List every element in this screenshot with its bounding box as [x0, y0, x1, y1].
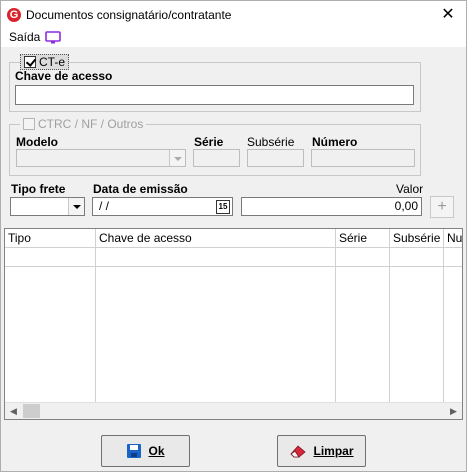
modelo-label: Modelo: [16, 135, 58, 149]
grid-column-line: [5, 248, 96, 402]
scroll-thumb[interactable]: [23, 404, 40, 418]
monitor-icon[interactable]: [45, 31, 61, 44]
data-emissao-input[interactable]: / / 15: [92, 197, 233, 216]
valor-label: Valor: [396, 182, 424, 196]
chave-acesso-label: Chave de acesso: [15, 69, 113, 83]
valor-value: 0,00: [394, 199, 418, 213]
subserie-input[interactable]: [247, 149, 304, 167]
dialog-window: G Documentos consignatário/contratante ✕…: [0, 0, 467, 472]
grid-column-line: [336, 248, 390, 402]
serie-input[interactable]: [193, 149, 240, 167]
ctrc-checkbox[interactable]: [23, 118, 35, 130]
serie-label: Série: [194, 135, 224, 149]
grid-column-line: [390, 248, 444, 402]
modelo-dropdown-arrow-icon: [169, 150, 185, 166]
app-logo-icon: G: [7, 8, 21, 22]
column-header-numero[interactable]: Nu: [444, 229, 464, 248]
tipo-frete-dropdown-arrow-icon[interactable]: [68, 198, 84, 215]
modelo-combo[interactable]: [16, 149, 186, 167]
data-emissao-value: / /: [99, 199, 110, 213]
menu-item-saida[interactable]: Saída: [9, 30, 40, 44]
add-document-button[interactable]: +: [430, 196, 454, 218]
close-button[interactable]: ✕: [430, 1, 466, 29]
ok-button[interactable]: Ok: [101, 435, 190, 467]
grid-header: Tipo Chave de acesso Série Subsérie Nu: [5, 229, 462, 248]
menu-bar: Saída: [1, 29, 466, 47]
limpar-button-label: Limpar: [313, 444, 354, 458]
window-title: Documentos consignatário/contratante: [26, 8, 232, 22]
numero-label: Número: [312, 135, 358, 149]
table-row[interactable]: [5, 248, 462, 267]
data-emissao-label: Data de emissão: [93, 182, 188, 196]
cte-label: CT-e: [39, 55, 66, 69]
ctrc-label: CTRC / NF / Outros: [38, 117, 144, 131]
horizontal-scrollbar[interactable]: ◀ ▶: [5, 402, 462, 419]
limpar-button[interactable]: Limpar: [277, 435, 366, 467]
chave-acesso-input[interactable]: [15, 85, 414, 105]
column-header-tipo[interactable]: Tipo: [5, 229, 96, 248]
grid-column-line: [96, 248, 336, 402]
column-header-serie[interactable]: Série: [336, 229, 390, 248]
eraser-icon: [290, 445, 307, 458]
cte-checkbox-label[interactable]: CT-e: [20, 54, 70, 70]
numero-input[interactable]: [311, 149, 415, 167]
title-bar: G Documentos consignatário/contratante ✕: [1, 1, 466, 29]
ok-button-label: Ok: [148, 444, 165, 458]
calendar-icon[interactable]: 15: [216, 200, 230, 214]
documents-grid[interactable]: Tipo Chave de acesso Série Subsérie Nu ◀…: [4, 228, 463, 420]
subserie-label: Subsérie: [247, 135, 295, 149]
tipo-frete-label: Tipo frete: [11, 182, 66, 196]
column-header-chave-acesso[interactable]: Chave de acesso: [96, 229, 336, 248]
scroll-right-icon[interactable]: ▶: [445, 403, 462, 420]
save-disk-icon: [127, 444, 142, 458]
scroll-left-icon[interactable]: ◀: [5, 403, 22, 420]
column-header-subserie[interactable]: Subsérie: [390, 229, 444, 248]
tipo-frete-combo[interactable]: [10, 197, 85, 216]
valor-input[interactable]: 0,00: [241, 197, 422, 216]
ctrc-checkbox-label[interactable]: CTRC / NF / Outros: [20, 116, 147, 132]
cte-checkbox[interactable]: [24, 56, 36, 68]
